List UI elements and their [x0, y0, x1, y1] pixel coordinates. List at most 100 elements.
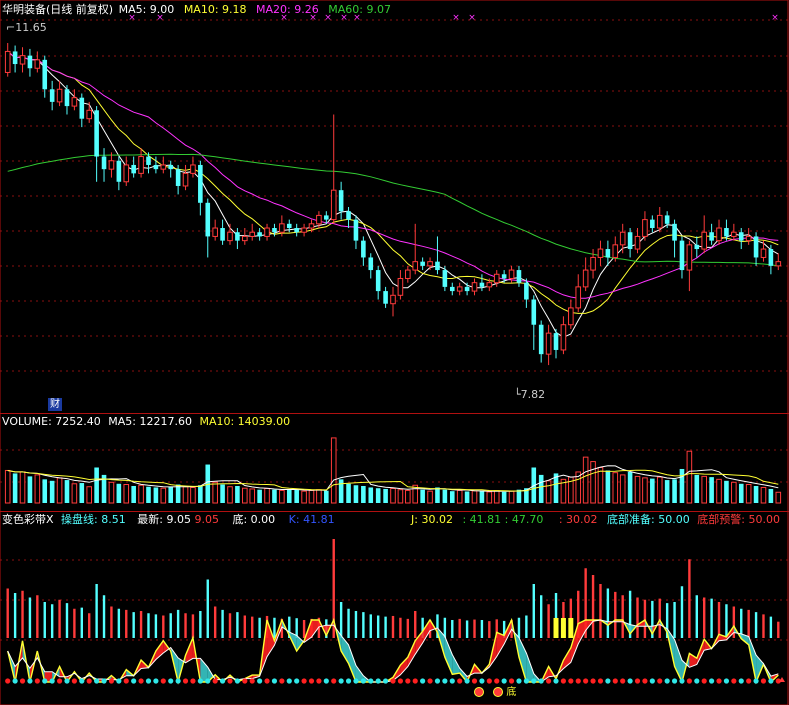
volume-bar [716, 478, 722, 504]
candlestick-chart[interactable]: × × × × × × × × × × [0, 0, 789, 705]
signal-dot [168, 678, 174, 684]
v3-label: : 30.02 [558, 513, 598, 526]
v1-label: : 41.81 [462, 513, 502, 526]
candle-body [4, 50, 11, 73]
candle-body [249, 231, 256, 237]
volume-bar [94, 467, 99, 503]
signal-dot [605, 678, 611, 684]
candle-body [531, 299, 537, 325]
candle-body [272, 228, 277, 233]
high-marker: ⌐ [6, 21, 16, 34]
indicator-bar [362, 612, 365, 638]
signal-dot [368, 678, 374, 684]
candle-body [346, 211, 351, 220]
candle-body [427, 261, 433, 267]
volume-bar [679, 468, 685, 503]
indicator-bar [399, 617, 402, 638]
indicator-bar [273, 617, 276, 638]
volume-bar [724, 480, 729, 503]
candle-body [590, 256, 596, 271]
volume-bar [768, 488, 774, 503]
volume-bar [686, 450, 693, 504]
signal-dot [153, 678, 159, 684]
candle-body [383, 291, 388, 304]
candle-body [390, 294, 396, 305]
volume-bar [4, 469, 11, 504]
candle-body [738, 232, 744, 241]
candle-body [19, 55, 26, 65]
candle-body [368, 257, 374, 271]
signal-dot [568, 678, 574, 684]
signal-dot [723, 678, 730, 684]
candle-body [353, 219, 359, 241]
indicator-bar [206, 579, 209, 638]
indicator-bar [710, 598, 713, 638]
signal-dot [49, 678, 55, 684]
indicator-bar [658, 598, 661, 638]
indicator-bar [191, 614, 195, 638]
ma10-line [7, 51, 779, 314]
signal-dot [390, 678, 396, 684]
volume-bar [694, 474, 700, 503]
candle-body [308, 223, 315, 229]
candle-body [131, 164, 136, 174]
candle-body [642, 219, 648, 237]
di-signal-dot [474, 687, 484, 697]
volume-bar [49, 480, 55, 503]
signal-dot [523, 678, 529, 684]
cai-badge[interactable]: 财 [48, 398, 62, 411]
signal-dot [575, 678, 581, 684]
candle-body [56, 88, 63, 103]
indicator-bar [88, 613, 91, 638]
signal-dot [701, 678, 707, 684]
volume-bar [56, 477, 63, 504]
volume-bar [12, 473, 18, 503]
zuixin2-label: 9.05 [194, 513, 219, 526]
indicator-bar [547, 604, 550, 638]
signal-dot [760, 678, 767, 684]
candle-body [538, 324, 544, 355]
candle-body [42, 59, 48, 90]
volume-bar [427, 490, 433, 504]
signal-dot [205, 678, 211, 684]
indicator-bar [473, 619, 476, 638]
candle-body [597, 248, 604, 258]
candle-body [361, 240, 366, 258]
signal-dot [123, 678, 129, 684]
volume-bar [420, 489, 425, 503]
volume-bar [582, 456, 589, 504]
indicator-bar [673, 602, 676, 638]
ribbon-segment [400, 657, 408, 675]
candle-body [694, 244, 700, 250]
candle-body [420, 261, 425, 266]
indicator-bar [125, 609, 128, 638]
indicator-bar [414, 611, 417, 638]
indicator-bar [532, 584, 535, 638]
candle-body [709, 232, 714, 241]
candle-body [412, 261, 419, 271]
candle-body [405, 269, 411, 279]
signal-dot [486, 678, 492, 684]
indicator-bar [747, 609, 750, 638]
signal-dot [375, 678, 381, 684]
volume-bar [227, 486, 233, 504]
candle-body [775, 261, 782, 267]
volume-bar [390, 488, 396, 504]
di-signal-label: 底 [474, 686, 516, 699]
candle-body [27, 55, 33, 69]
candle-body [227, 231, 233, 242]
candle-body [138, 156, 144, 174]
volume-ma10: MA10: 14039.00 [199, 415, 291, 428]
indicator-bar [717, 602, 721, 638]
signal-dot [353, 678, 359, 684]
signal-dot [219, 678, 226, 684]
volume-bar [330, 437, 337, 504]
candle-body [508, 269, 515, 279]
signal-dot [597, 678, 604, 684]
candle-body [486, 282, 493, 288]
signal-dot [108, 678, 115, 684]
volume-bar [627, 471, 633, 503]
cross-marker: × [771, 13, 779, 23]
indicator-bar [762, 614, 765, 638]
ma60-label: MA60: 9.07 [328, 3, 391, 16]
